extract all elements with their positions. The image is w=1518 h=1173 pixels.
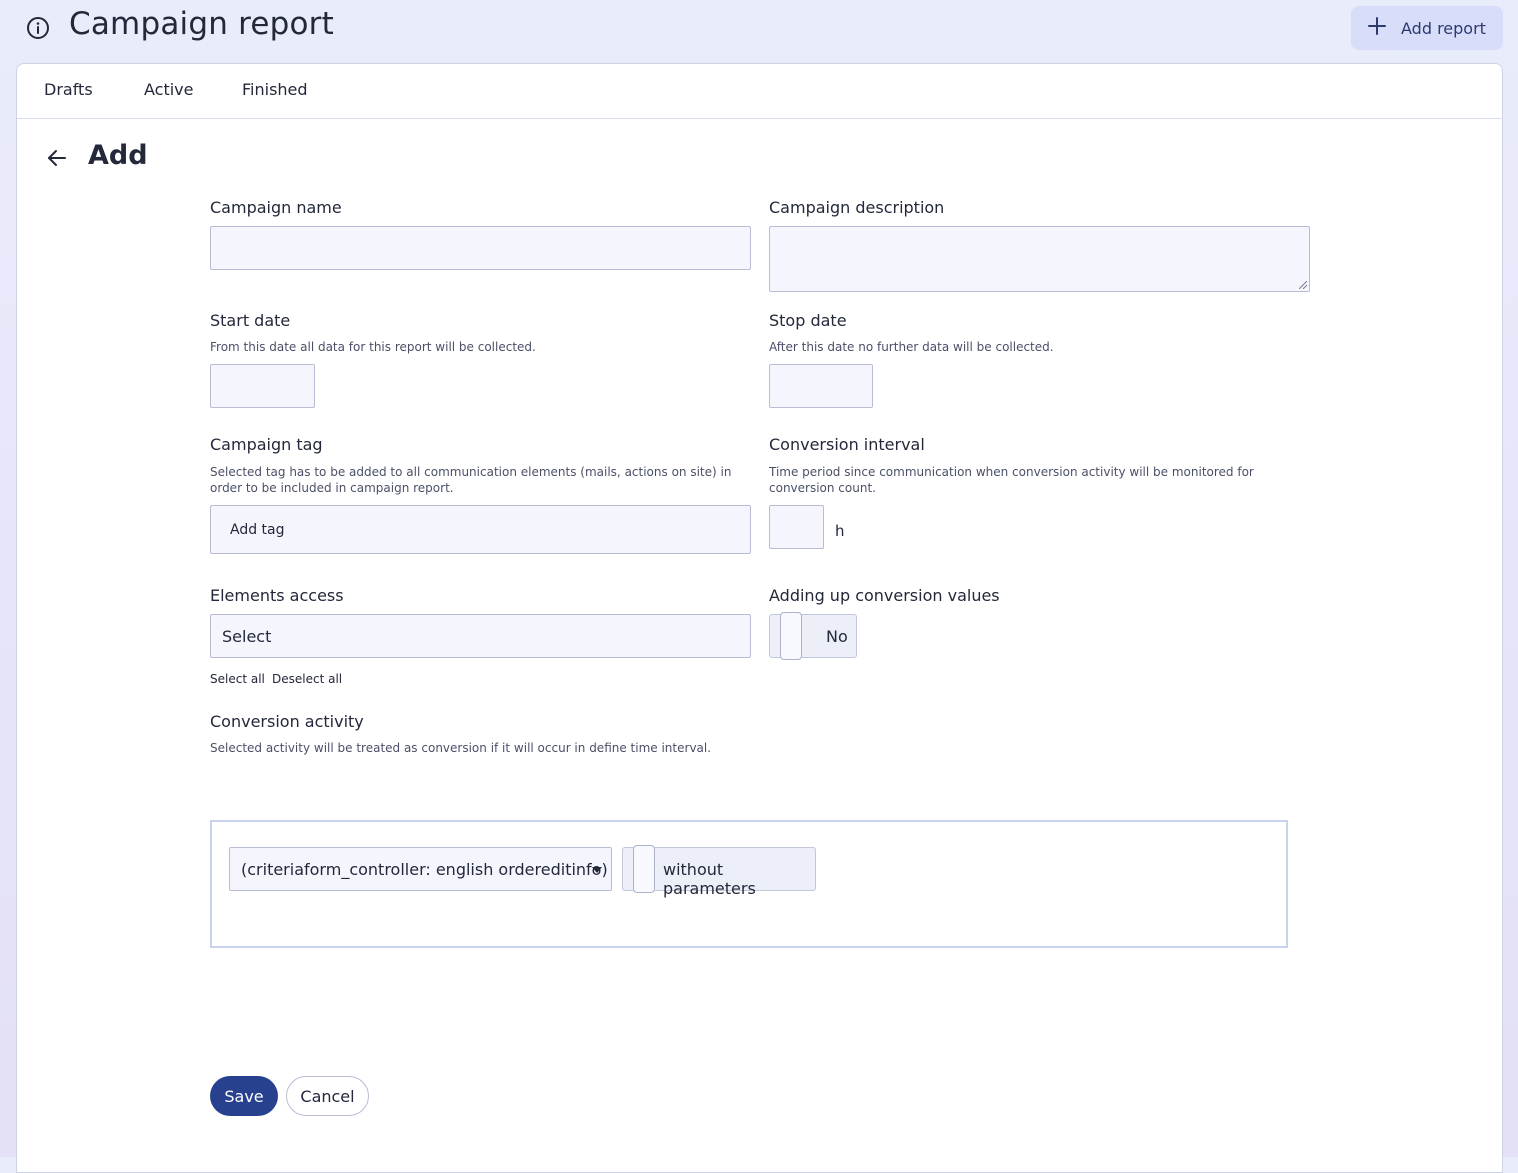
campaign-tag-hint: Selected tag has to be added to all comm… [210,465,732,495]
select-all-link[interactable]: Select all [210,672,265,686]
start-date-label: Start date [210,311,291,330]
toggle-knob [633,845,655,893]
add-report-label: Add report [1401,18,1486,38]
elements-access-select[interactable]: Select [210,614,751,658]
adding-up-toggle[interactable]: No [769,612,857,660]
page-title: Campaign report [69,6,334,42]
caret-down-icon [592,867,602,873]
stop-date-hint: After this date no further data will be … [769,340,1054,354]
form-title: Add [88,140,148,171]
resize-handle-icon[interactable] [1299,281,1307,289]
conversion-activity-hint: Selected activity will be treated as con… [210,741,712,755]
back-arrow-icon[interactable] [45,146,69,170]
tab-active[interactable]: Active [144,80,194,99]
info-icon[interactable] [26,16,50,40]
conversion-interval-label: Conversion interval [769,435,925,454]
adding-up-label: Adding up conversion values [769,586,1000,605]
start-date-input[interactable] [210,364,315,408]
main-panel: Drafts Active Finished Add Campaign name… [16,63,1503,1173]
campaign-description-label: Campaign description [769,198,945,217]
toggle-knob [780,612,802,660]
conversion-interval-unit: h [835,522,845,540]
elements-access-selected: Select [222,626,272,646]
parameters-toggle[interactable]: without parameters [622,845,816,898]
conversion-activity-label: Conversion activity [210,712,364,731]
tab-bar: Drafts Active Finished [17,64,1502,119]
campaign-name-label: Campaign name [210,198,342,217]
conversion-interval-input[interactable] [769,505,824,549]
add-report-button[interactable]: Add report [1351,6,1503,50]
conversion-interval-hint: Time period since communication when con… [769,465,1254,495]
cancel-button[interactable]: Cancel [286,1076,369,1116]
start-date-hint: From this date all data for this report … [210,340,536,354]
stop-date-input[interactable] [769,364,873,408]
campaign-description-textarea[interactable] [769,226,1310,292]
campaign-name-input[interactable] [210,226,751,270]
deselect-all-link[interactable]: Deselect all [272,672,342,686]
elements-access-label: Elements access [210,586,344,605]
plus-icon [1367,16,1387,40]
adding-up-state: No [826,627,848,646]
conversion-activity-dropdown[interactable]: (criteriaform_controller: english ordere… [229,847,612,891]
save-button[interactable]: Save [210,1076,278,1116]
conversion-activity-box: (criteriaform_controller: english ordere… [210,820,1288,948]
campaign-tag-label: Campaign tag [210,435,323,454]
tab-finished[interactable]: Finished [242,80,308,99]
stop-date-label: Stop date [769,311,847,330]
parameters-toggle-label: without parameters [663,860,756,898]
campaign-tag-placeholder: Add tag [230,521,285,538]
conversion-activity-selected: (criteriaform_controller: english ordere… [241,859,608,879]
campaign-tag-input[interactable]: Add tag [210,505,751,554]
top-bar: Campaign report Add report [0,0,1518,56]
tab-drafts[interactable]: Drafts [44,80,93,99]
